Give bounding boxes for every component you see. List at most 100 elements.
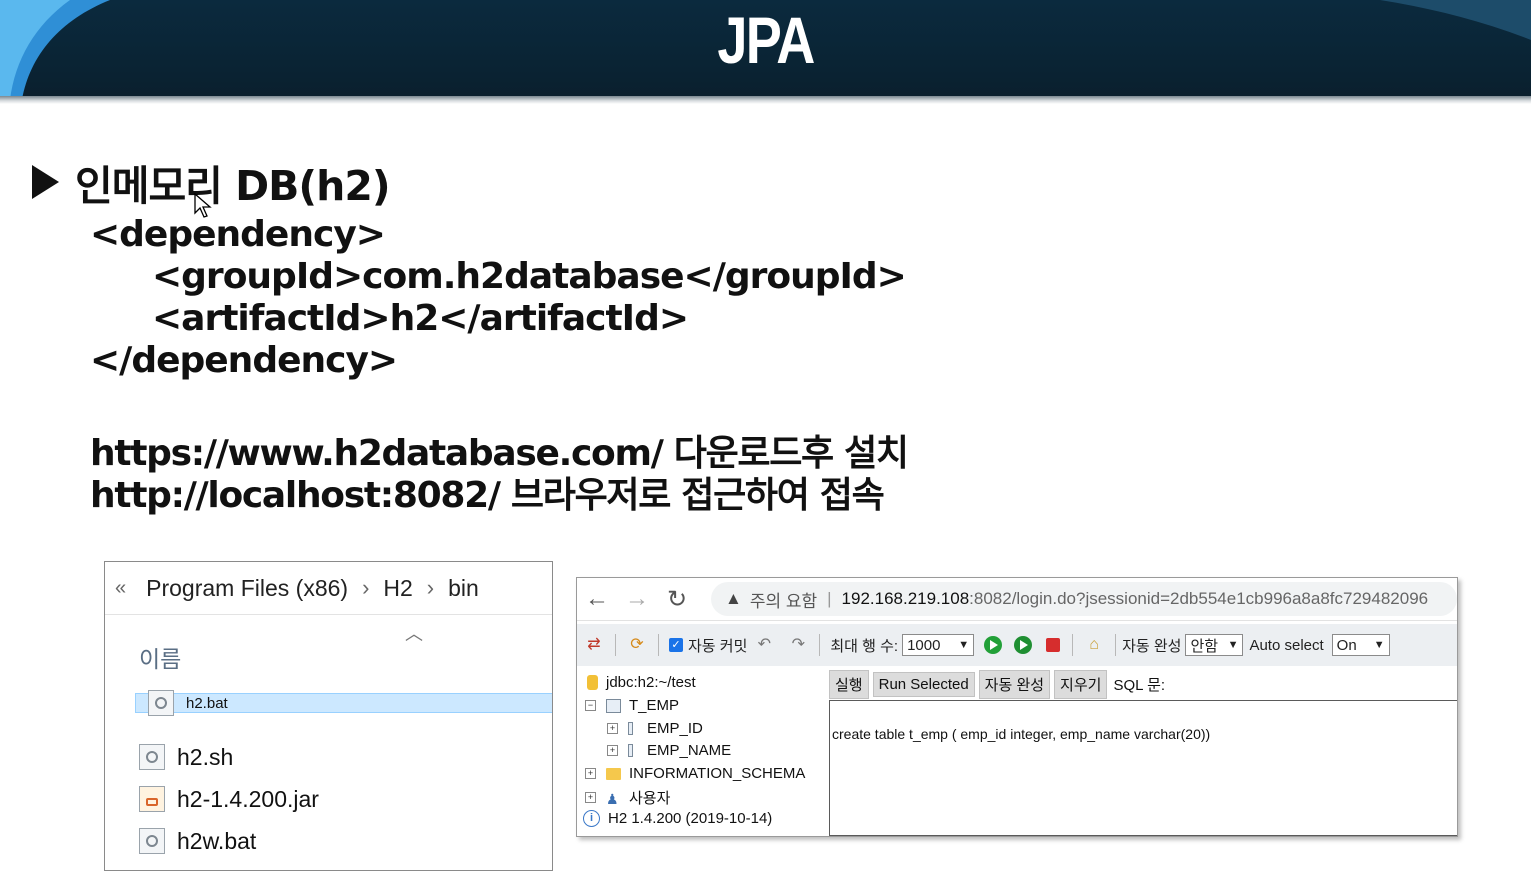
sql-statement-label: SQL 문: — [1113, 676, 1166, 694]
tree-column[interactable]: + EMP_NAME — [607, 742, 731, 759]
h2-console-window: ← → ↻ ▲ 주의 요함 | 192.168.219.108:8082/log… — [576, 577, 1458, 837]
sql-button-row: 실행 Run Selected 자동 완성 지우기 SQL 문: — [829, 669, 1457, 699]
expand-icon[interactable]: + — [585, 792, 596, 803]
sql-editor[interactable]: create table t_emp ( emp_id integer, emp… — [829, 700, 1457, 836]
url-host: 192.168.219.108 — [841, 589, 970, 608]
script-file-icon — [139, 744, 165, 770]
file-name: h2.sh — [177, 743, 234, 770]
column-name: EMP_NAME — [647, 742, 732, 759]
file-row[interactable]: h2.sh — [131, 736, 552, 778]
file-name: h2w.bat — [177, 827, 257, 854]
chevron-down-icon: ▼ — [958, 639, 970, 651]
run-selected-icon[interactable] — [1014, 636, 1033, 654]
rollback-icon[interactable]: ↶ — [753, 635, 775, 655]
address-separator: | — [827, 589, 832, 608]
info-icon: i — [583, 810, 600, 827]
run-icon[interactable] — [984, 636, 1003, 654]
run-selected-button[interactable]: Run Selected — [872, 671, 975, 697]
tree-table[interactable]: − T_EMP — [585, 697, 679, 714]
file-explorer-window: « Program Files (x86) › H2 › bin ︿ 이름 h2… — [104, 561, 553, 871]
sql-text[interactable]: create table t_emp ( emp_id integer, emp… — [832, 726, 1210, 742]
cancel-icon[interactable] — [1046, 638, 1061, 652]
users-label: 사용자 — [629, 790, 671, 807]
clear-button[interactable]: 지우기 — [1054, 669, 1108, 699]
column-header-name[interactable]: 이름 — [139, 640, 181, 674]
commit-icon[interactable]: ↷ — [787, 635, 809, 655]
breadcrumb-h2[interactable]: H2 — [383, 575, 412, 602]
forward-arrow-icon[interactable]: → — [617, 585, 657, 613]
connection-url: jdbc:h2:~/test — [606, 674, 696, 691]
file-name: h2-1.4.200.jar — [177, 785, 319, 812]
file-row[interactable]: h2.bat — [135, 690, 552, 716]
file-row[interactable]: h2-1.4.200.jar — [131, 778, 552, 820]
autocomplete-value: 안함 — [1190, 637, 1219, 655]
code-artifact-id: <artifactId>h2</artifactId> — [152, 298, 689, 339]
reload-icon[interactable]: ↻ — [657, 585, 697, 614]
autocomplete-select[interactable]: 안함 ▼ — [1185, 634, 1244, 656]
code-dependency-open: <dependency> — [90, 214, 386, 255]
banner-divider — [0, 96, 1531, 104]
tree-column[interactable]: + EMP_ID — [607, 720, 703, 737]
toolbar-separator — [615, 634, 616, 656]
tree-version: i H2 1.4.200 (2019-10-14) — [583, 810, 772, 827]
version-text: H2 1.4.200 (2019-10-14) — [608, 810, 773, 827]
h2-toolbar: ⇄ ⟳ ✓ 자동 커밋 ↶ ↷ 최대 행 수: 1000 ▼ ⌂ 자동 완성 안함… — [577, 624, 1457, 666]
batch-file-icon — [148, 690, 174, 716]
banner-title: JPA — [717, 3, 815, 77]
database-icon — [587, 675, 598, 690]
batch-file-icon — [139, 828, 165, 854]
expand-icon[interactable]: + — [607, 745, 618, 756]
breadcrumb-program-files[interactable]: Program Files (x86) — [146, 575, 348, 602]
column-icon — [628, 722, 633, 735]
autocomplete-button[interactable]: 자동 완성 — [978, 669, 1051, 699]
disconnect-icon[interactable]: ⇄ — [583, 635, 605, 655]
auto-select-select[interactable]: On ▼ — [1331, 634, 1390, 656]
bullet-arrow-icon — [32, 165, 59, 199]
column-name: EMP_ID — [647, 720, 703, 737]
auto-commit-label: 자동 커밋 — [688, 637, 748, 655]
refresh-icon[interactable]: ⟳ — [626, 635, 648, 655]
table-name: T_EMP — [629, 697, 680, 714]
tree-connection[interactable]: jdbc:h2:~/test — [587, 674, 696, 691]
warning-icon[interactable]: ▲ — [725, 589, 742, 609]
auto-commit-checkbox[interactable]: ✓ — [669, 638, 683, 652]
chevron-down-icon: ▼ — [1227, 639, 1239, 651]
slide-banner: JPA — [0, 0, 1531, 100]
file-row[interactable]: h2w.bat — [131, 820, 552, 862]
file-name: h2.bat — [186, 694, 228, 712]
breadcrumb: « Program Files (x86) › H2 › bin — [105, 562, 552, 615]
heading-text: 인메모리 DB(h2) — [75, 162, 391, 210]
history-icon[interactable]: ⌂ — [1083, 635, 1105, 655]
max-rows-value: 1000 — [907, 636, 941, 654]
chevron-right-icon[interactable]: › — [362, 575, 369, 601]
max-rows-select[interactable]: 1000 ▼ — [902, 634, 975, 656]
autocomplete-label: 자동 완성 — [1122, 637, 1182, 655]
chevron-right-icon[interactable]: › — [427, 575, 434, 601]
toolbar-separator — [658, 634, 659, 656]
toolbar-separator — [819, 634, 821, 656]
java-jar-icon — [139, 786, 165, 812]
code-group-id: <groupId>com.h2database</groupId> — [152, 256, 907, 297]
url-path: :8082/login.do?jsessionid=2db554e1cb996a… — [969, 589, 1429, 608]
table-icon — [606, 698, 621, 713]
toolbar-separator — [1072, 634, 1074, 656]
expand-icon[interactable]: + — [585, 768, 596, 779]
url-field[interactable]: ▲ 주의 요함 | 192.168.219.108:8082/login.do?… — [711, 582, 1457, 616]
sort-up-icon[interactable]: ︿ — [405, 620, 423, 646]
breadcrumb-overflow-icon[interactable]: « — [115, 577, 126, 600]
run-button[interactable]: 실행 — [829, 669, 869, 699]
users-icon: ♟ — [606, 790, 619, 807]
tree-schema[interactable]: + INFORMATION_SCHEMA — [585, 765, 805, 782]
security-warning-text[interactable]: 주의 요함 — [750, 587, 817, 612]
tree-users[interactable]: + ♟ 사용자 — [585, 787, 670, 808]
folder-icon — [606, 767, 621, 780]
access-instruction: http://localhost:8082/ 브라우저로 접근하여 접속 — [90, 475, 885, 516]
browser-address-bar: ← → ↻ ▲ 주의 요함 | 192.168.219.108:8082/log… — [577, 578, 1457, 621]
auto-select-value: On — [1336, 636, 1357, 654]
schema-tree: jdbc:h2:~/test − T_EMP + EMP_ID + EMP_NA… — [577, 670, 829, 836]
back-arrow-icon[interactable]: ← — [577, 585, 617, 613]
expand-icon[interactable]: + — [607, 723, 618, 734]
breadcrumb-bin[interactable]: bin — [448, 575, 479, 602]
collapse-icon[interactable]: − — [585, 700, 596, 711]
schema-name: INFORMATION_SCHEMA — [629, 765, 806, 782]
